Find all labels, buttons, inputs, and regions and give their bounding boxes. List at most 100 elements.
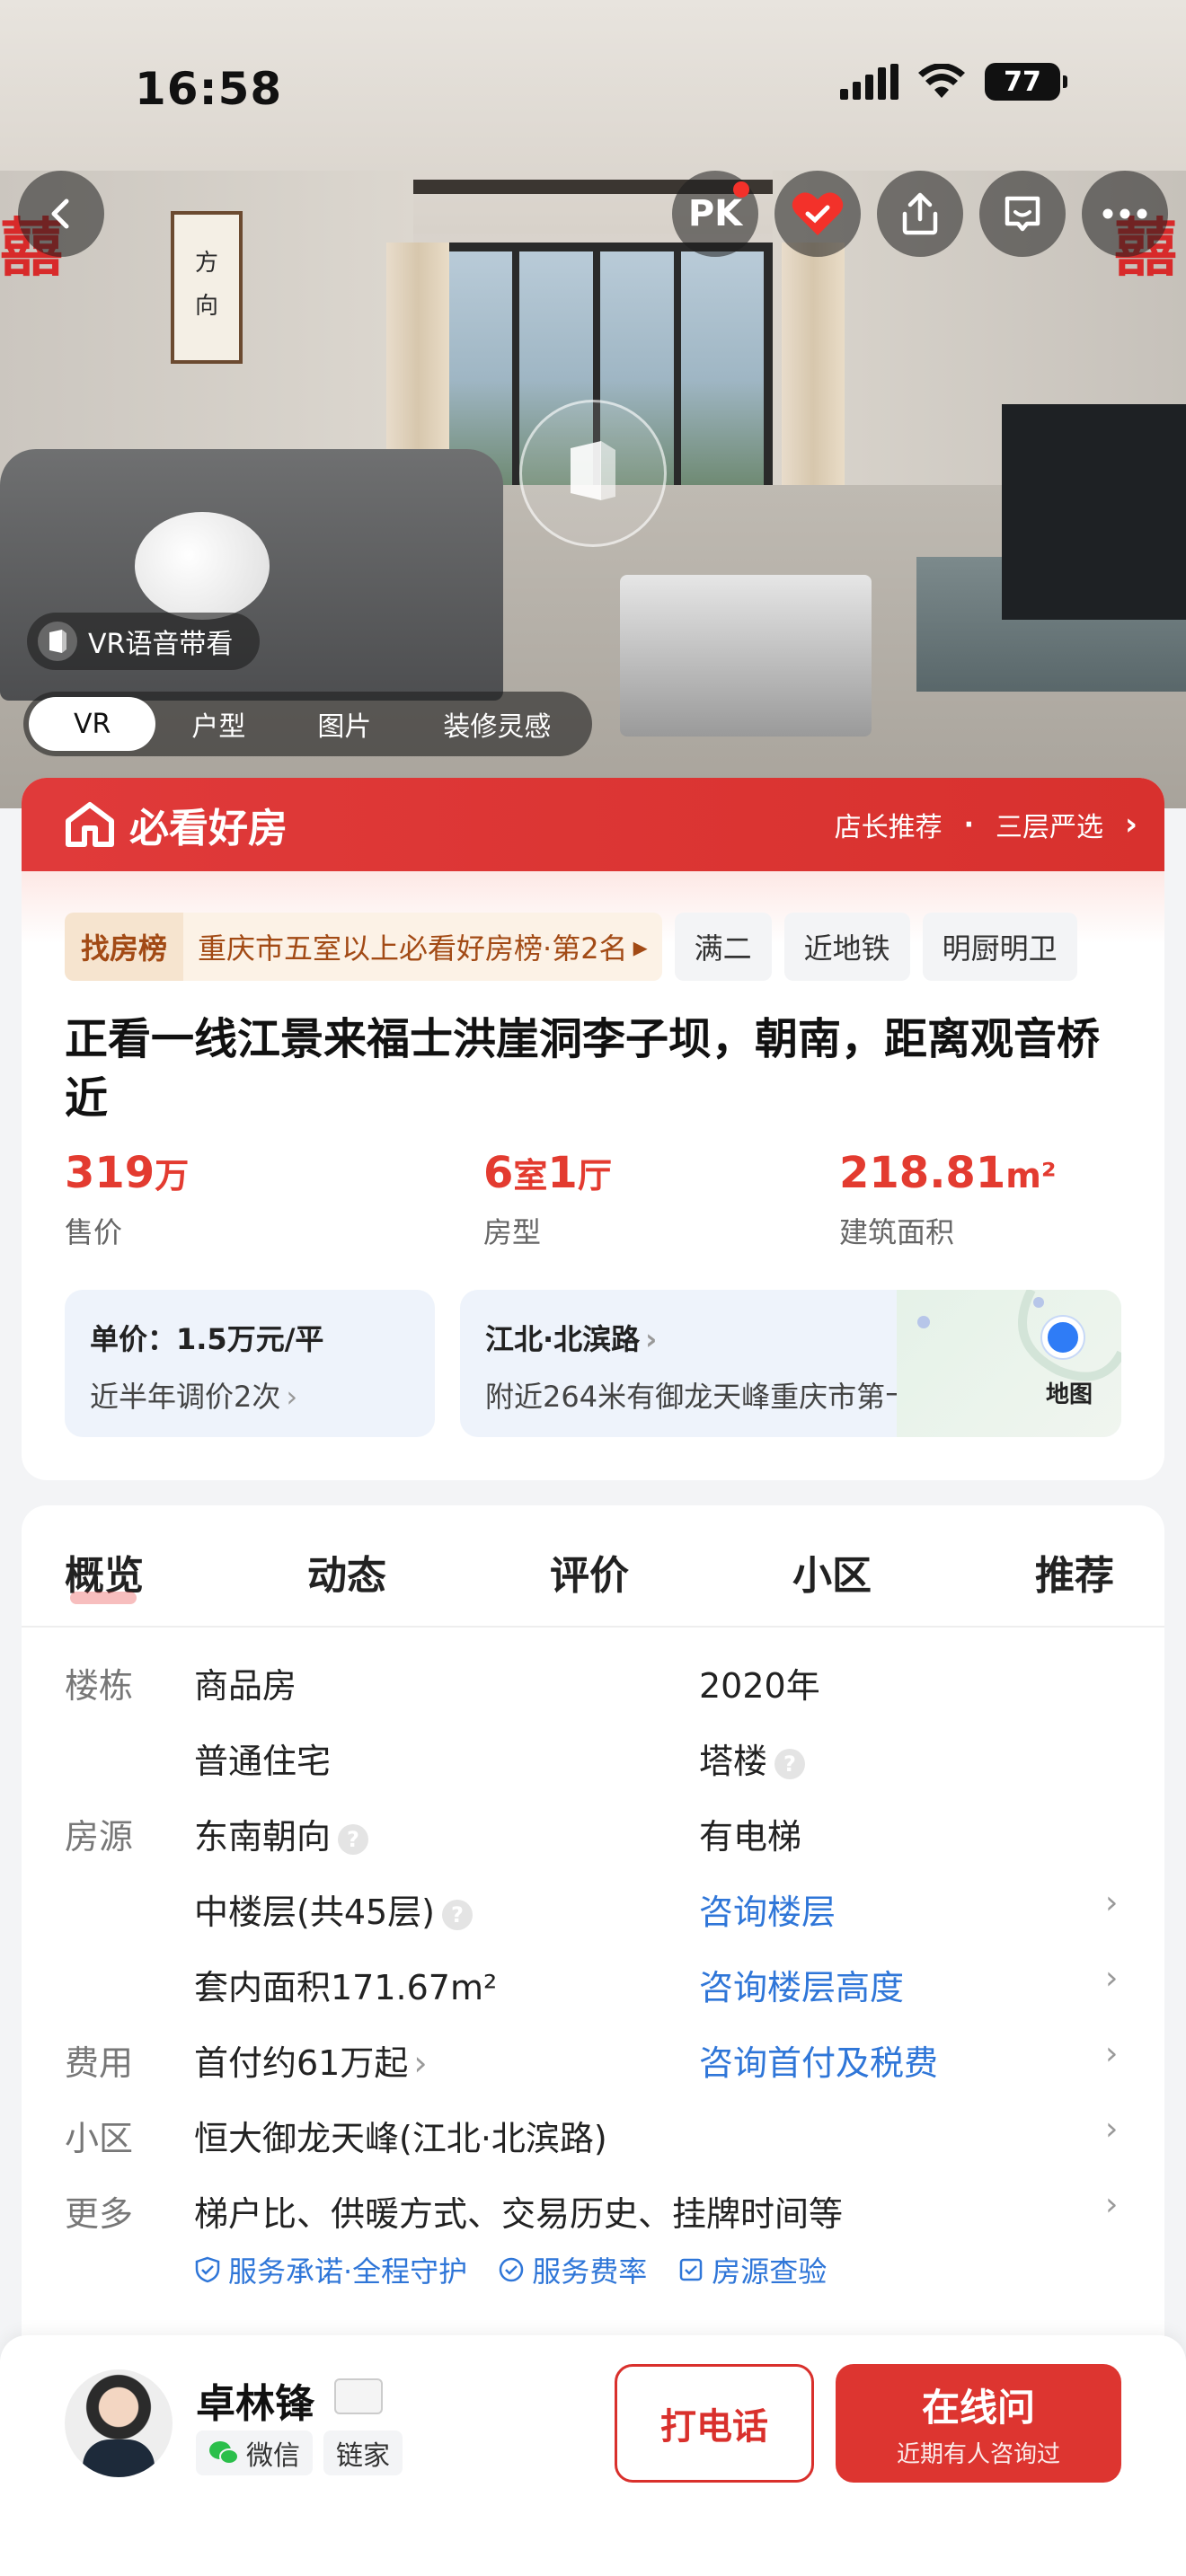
usage-type: 普通住宅 xyxy=(194,1742,332,1781)
row-label: 费用 xyxy=(65,2043,134,2083)
status-time: 16:58 xyxy=(135,63,283,115)
info-row-cost[interactable]: 费用 首付约61万起 › 咨询首付及税费 › xyxy=(22,2035,1164,2098)
map-thumbnail[interactable]: 地图 xyxy=(897,1290,1121,1437)
info-row-building: 楼栋 商品房 2020年 xyxy=(22,1658,1164,1721)
listing-title: 正看一线江景来福士洪崖洞李子坝，朝南，距离观音桥近 xyxy=(65,1014,1101,1124)
chevron-right-icon: › xyxy=(1105,1884,1119,1921)
business-card-icon[interactable] xyxy=(334,2378,383,2414)
chevron-right-icon: › xyxy=(1105,2186,1119,2223)
detail-tab-bar: 概览 动态 评价 小区 推荐 xyxy=(22,1505,1164,1628)
service-item[interactable]: 服务承诺·全程守护 xyxy=(194,2249,467,2290)
building-type[interactable]: 塔楼? xyxy=(699,1734,806,1783)
call-button[interactable]: 打电话 xyxy=(615,2364,814,2483)
online-ask-button[interactable]: 在线问 近期有人咨询过 xyxy=(836,2364,1121,2483)
coffee-table xyxy=(620,575,872,737)
help-icon: ? xyxy=(774,1748,806,1779)
row-label: 小区 xyxy=(65,2119,134,2158)
ranking-text: 重庆市五室以上必看好房榜·第2名 ▸ xyxy=(183,913,662,981)
info-row-usage: 普通住宅 塔楼? xyxy=(22,1734,1164,1796)
status-icons: 77 xyxy=(840,63,1067,101)
stat-layout: 6室1厅 房型 xyxy=(483,1148,612,1249)
brand-label: 必看好房 xyxy=(129,806,288,851)
message-button[interactable] xyxy=(979,171,1066,257)
online-ask-subtext: 近期有人咨询过 xyxy=(896,2441,1060,2468)
tab-updates[interactable]: 动态 xyxy=(307,1543,386,1601)
share-button[interactable] xyxy=(877,171,963,257)
company-badge: 链家 xyxy=(323,2430,403,2475)
chat-bubble-icon xyxy=(1005,196,1040,232)
agent-avatar[interactable] xyxy=(65,2369,173,2477)
row-label: 楼栋 xyxy=(65,1666,134,1706)
chevron-right-icon: › xyxy=(1105,2035,1119,2072)
info-row-community[interactable]: 小区 恒大御龙天峰(江北·北滨路) › xyxy=(22,2111,1164,2174)
ranking-badge: 找房榜 xyxy=(65,913,184,981)
media-tab-floorplan[interactable]: 户型 xyxy=(155,697,281,751)
inspection-icon xyxy=(679,2258,703,2281)
listing-tags: 找房榜 重庆市五室以上必看好房榜·第2名 ▸ 满二 近地铁 明厨明卫 xyxy=(65,913,1077,981)
info-row-inner-area[interactable]: 套内面积171.67m² 咨询楼层高度 › xyxy=(22,1960,1164,2023)
stat-area: 218.81m² 建筑面积 xyxy=(839,1148,1057,1249)
triangle-right-icon: ▸ xyxy=(633,930,648,964)
down-payment[interactable]: 首付约61万起 › xyxy=(194,2035,428,2085)
ask-floor-height-link: 咨询楼层高度 xyxy=(699,1968,905,2007)
info-row-more[interactable]: 更多 梯户比、供暖方式、交易历史、挂牌时间等 › xyxy=(22,2186,1164,2249)
chevron-right-icon: › xyxy=(286,1380,298,1414)
media-tab-vr[interactable]: VR xyxy=(29,697,156,751)
tab-recommend[interactable]: 推荐 xyxy=(1035,1543,1114,1601)
media-tab-decor-ideas[interactable]: 装修灵感 xyxy=(407,697,587,751)
cellular-signal-icon xyxy=(840,64,898,100)
wechat-icon xyxy=(209,2441,239,2465)
chevron-right-icon: › xyxy=(645,1322,658,1356)
tab-overview[interactable]: 概览 xyxy=(65,1543,144,1604)
agent-name[interactable]: 卓林锋 xyxy=(196,2371,314,2429)
back-button[interactable] xyxy=(18,171,104,257)
shield-check-icon xyxy=(195,2256,220,2283)
chevron-left-icon xyxy=(51,198,69,229)
online-ask-label: 在线问 xyxy=(921,2386,1035,2430)
pillow xyxy=(135,512,270,620)
details-card: 概览 动态 评价 小区 推荐 楼栋 商品房 2020年 普通住宅 塔楼? 房源 … xyxy=(22,1505,1164,2404)
row-label: 房源 xyxy=(65,1817,134,1857)
unit-price-box[interactable]: 单价：1.5万元/平 近半年调价2次 › xyxy=(65,1290,435,1437)
info-row-listing: 房源 东南朝向? 有电梯 xyxy=(22,1809,1164,1872)
listing-summary-card: 必看好房 店长推荐 · 三层严选 › 找房榜 重庆市五室以上必看好房榜·第2名 ▸… xyxy=(22,778,1164,1480)
map-label: 地图 xyxy=(1045,1381,1093,1408)
chevron-right-icon: › xyxy=(1105,1960,1119,1997)
media-tab-photos[interactable]: 图片 xyxy=(281,697,407,751)
agent-action-bar: 卓林锋 微信 链家 打电话 在线问 近期有人咨询过 xyxy=(0,2335,1186,2576)
row-label: 更多 xyxy=(65,2194,134,2234)
pk-compare-button[interactable]: PK xyxy=(672,171,758,257)
location-box[interactable]: 江北·北滨路 › 附近264米有御龙天峰重庆市第十一中学 地图 xyxy=(460,1290,1121,1437)
tag-item: 满二 xyxy=(674,913,772,981)
tab-reviews[interactable]: 评价 xyxy=(550,1543,629,1601)
help-icon: ? xyxy=(338,1823,369,1855)
tab-community[interactable]: 小区 xyxy=(792,1543,872,1601)
help-icon: ? xyxy=(442,1899,474,1930)
favorite-button[interactable] xyxy=(774,171,861,257)
chevron-right-icon: › xyxy=(1124,807,1137,842)
manager-recommend-label: 店长推荐 xyxy=(834,812,943,843)
more-dots-icon xyxy=(1102,208,1147,219)
pk-label: PK xyxy=(687,193,743,234)
three-level-check-label: 三层严选 xyxy=(995,812,1103,843)
media-tab-bar: VR 户型 图片 装修灵感 xyxy=(23,692,593,756)
service-item[interactable]: 服务费率 xyxy=(498,2249,647,2290)
vr-enter-button[interactable] xyxy=(519,400,667,547)
vr-hero-image[interactable]: 方向 囍 囍 16:58 77 PK xyxy=(0,0,1186,808)
wechat-badge[interactable]: 微信 xyxy=(196,2430,313,2475)
unit-price: 单价：1.5万元/平 xyxy=(90,1322,324,1356)
recommend-links[interactable]: 店长推荐 · 三层严选 › xyxy=(835,805,1137,844)
more-button[interactable] xyxy=(1082,171,1168,257)
floor-level[interactable]: 中楼层(共45层)? xyxy=(194,1884,474,1934)
vr-voice-tour-button[interactable]: VR语音带看 xyxy=(27,613,261,670)
must-see-banner: 必看好房 店长推荐 · 三层严选 › xyxy=(22,778,1164,871)
heart-icon xyxy=(792,192,844,235)
separator-dot: · xyxy=(963,808,974,841)
ranking-tag[interactable]: 找房榜 重庆市五室以上必看好房榜·第2名 ▸ xyxy=(65,913,662,981)
battery-icon: 77 xyxy=(985,63,1067,101)
vr-voice-icon xyxy=(38,622,77,661)
wall-painting: 方向 xyxy=(171,211,243,364)
orientation[interactable]: 东南朝向? xyxy=(194,1809,369,1858)
info-row-floor[interactable]: 中楼层(共45层)? 咨询楼层 › xyxy=(22,1884,1164,1947)
service-item[interactable]: 房源查验 xyxy=(677,2249,827,2290)
